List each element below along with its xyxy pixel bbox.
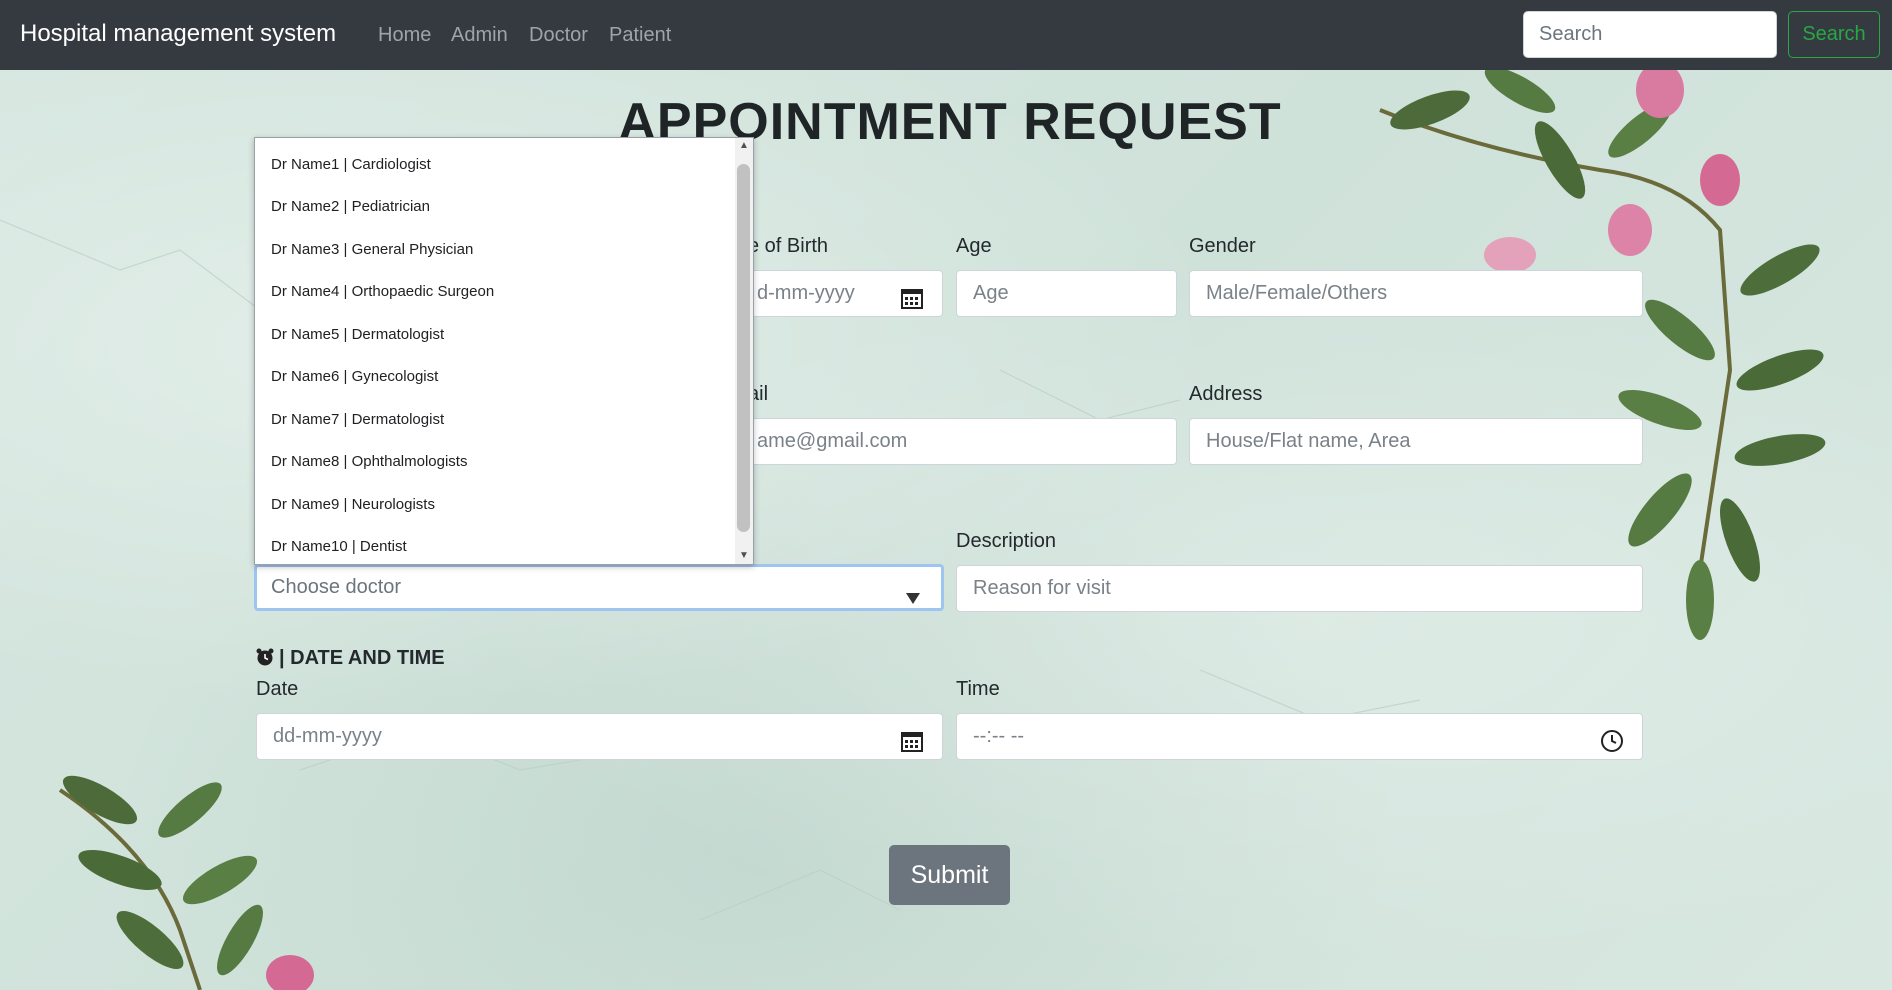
dropdown-option[interactable]: Dr Name9 | Neurologists bbox=[271, 496, 435, 513]
nav-link-doctor[interactable]: Doctor bbox=[529, 24, 588, 47]
search-button[interactable]: Search bbox=[1788, 11, 1880, 58]
age-field[interactable]: Age bbox=[956, 270, 1177, 317]
doctor-select[interactable]: Choose doctor bbox=[254, 564, 944, 611]
dropdown-option[interactable]: Dr Name7 | Dermatologist bbox=[271, 411, 444, 428]
description-label: Description bbox=[956, 530, 1057, 552]
scroll-down-icon[interactable]: ▼ bbox=[739, 550, 749, 561]
address-label: Address bbox=[1189, 383, 1263, 405]
dropdown-option[interactable]: Dr Name10 | Dentist bbox=[271, 538, 407, 555]
time-field[interactable]: --:-- -- bbox=[956, 713, 1643, 760]
doctor-select-placeholder: Choose doctor bbox=[271, 576, 402, 598]
calendar-icon[interactable] bbox=[900, 282, 924, 327]
nav-link-patient[interactable]: Patient bbox=[609, 24, 671, 47]
alarm-clock-icon bbox=[255, 647, 275, 673]
address-field[interactable]: House/Flat name, Area bbox=[1189, 418, 1643, 465]
dropdown-option[interactable]: Dr Name1 | Cardiologist bbox=[271, 156, 431, 173]
submit-button[interactable]: Submit bbox=[889, 845, 1010, 905]
dropdown-option[interactable]: Dr Name4 | Orthopaedic Surgeon bbox=[271, 283, 494, 300]
dropdown-option[interactable]: Dr Name3 | General Physician bbox=[271, 241, 473, 258]
dropdown-option[interactable]: Dr Name8 | Ophthalmologists bbox=[271, 453, 467, 470]
scroll-up-icon[interactable]: ▲ bbox=[739, 140, 749, 151]
dob-label: e of Birth bbox=[748, 235, 829, 257]
scrollbar-thumb[interactable] bbox=[737, 164, 750, 532]
date-field[interactable]: dd-mm-yyyy bbox=[256, 713, 943, 760]
dropdown-option[interactable]: Dr Name2 | Pediatrician bbox=[271, 198, 430, 215]
description-field[interactable]: Reason for visit bbox=[956, 565, 1643, 612]
gender-field[interactable]: Male/Female/Others bbox=[1189, 270, 1643, 317]
dropdown-scrollbar[interactable]: ▲ ▼ bbox=[735, 138, 753, 564]
nav-link-admin[interactable]: Admin bbox=[451, 24, 508, 47]
dropdown-option[interactable]: Dr Name5 | Dermatologist bbox=[271, 326, 444, 343]
email-field[interactable]: ame@gmail.com bbox=[740, 418, 1177, 465]
description-placeholder: Reason for visit bbox=[973, 577, 1111, 599]
gender-label: Gender bbox=[1189, 235, 1256, 257]
age-placeholder: Age bbox=[973, 282, 1009, 304]
time-label: Time bbox=[956, 678, 1000, 700]
brand-title[interactable]: Hospital management system bbox=[20, 20, 336, 48]
address-placeholder: House/Flat name, Area bbox=[1206, 430, 1411, 452]
caret-down-icon[interactable] bbox=[905, 579, 921, 620]
datetime-section-title: | DATE AND TIME bbox=[279, 647, 445, 669]
date-label: Date bbox=[256, 678, 299, 700]
age-label: Age bbox=[956, 235, 992, 257]
clock-icon[interactable] bbox=[1600, 725, 1624, 770]
search-input[interactable] bbox=[1523, 11, 1777, 58]
dob-field[interactable]: d-mm-yyyy bbox=[740, 270, 943, 317]
dob-placeholder: d-mm-yyyy bbox=[757, 282, 855, 304]
date-placeholder: dd-mm-yyyy bbox=[273, 725, 382, 747]
email-placeholder: ame@gmail.com bbox=[757, 430, 908, 452]
time-placeholder: --:-- -- bbox=[973, 725, 1025, 747]
dropdown-option[interactable]: Dr Name6 | Gynecologist bbox=[271, 368, 438, 385]
navbar: Hospital management system Home Admin Do… bbox=[0, 0, 1892, 70]
gender-placeholder: Male/Female/Others bbox=[1206, 282, 1388, 304]
calendar-icon[interactable] bbox=[900, 725, 924, 770]
datetime-section-heading: | DATE AND TIME bbox=[255, 647, 445, 673]
nav-link-home[interactable]: Home bbox=[378, 24, 431, 47]
doctor-dropdown-list: Dr Name1 | Cardiologist Dr Name2 | Pedia… bbox=[254, 137, 754, 565]
